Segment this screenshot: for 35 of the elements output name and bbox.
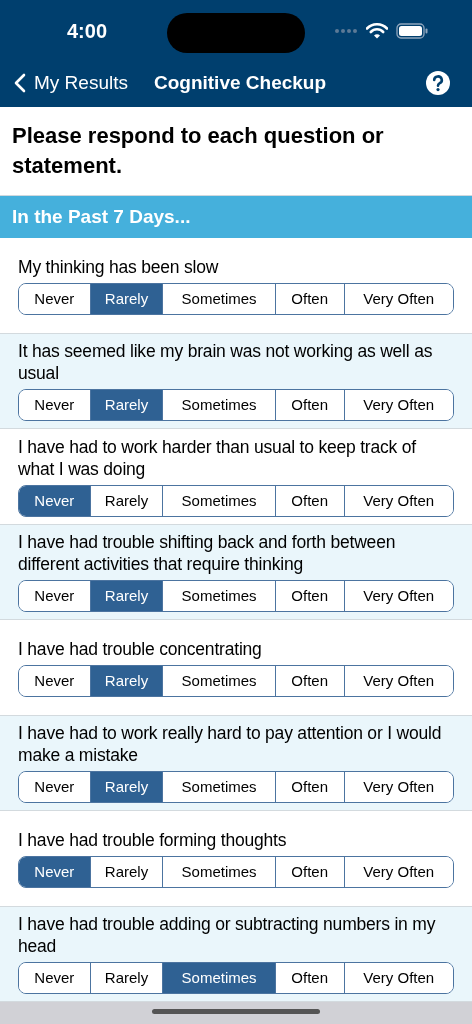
- answer-option[interactable]: Sometimes: [162, 963, 275, 994]
- question-text: I have had trouble forming thoughts: [18, 828, 288, 851]
- answer-option[interactable]: Very Often: [343, 581, 453, 612]
- question-text: I have had to work really hard to pay attention or I would make a mistake: [18, 722, 443, 767]
- answer-option[interactable]: Rarely: [89, 390, 163, 421]
- help-button[interactable]: [426, 71, 450, 95]
- answer-option[interactable]: Very Often: [343, 963, 453, 994]
- question-text: I have had trouble adding or subtracting numbers in my head: [18, 913, 437, 958]
- question-text: I have had to work harder than usual to keep track of what I was doing: [18, 435, 417, 480]
- screen-title: Cognitive Checkup: [153, 70, 327, 95]
- question-text: It has seemed like my brain was not working as well as usual: [18, 340, 434, 385]
- answer-option[interactable]: Very Often: [343, 665, 453, 696]
- answer-option[interactable]: Rarely: [89, 283, 163, 314]
- section-title: In the Past 7 Days...: [12, 204, 191, 229]
- help-icon: [426, 71, 450, 95]
- instructions-text: Please respond to each question or statement.: [12, 122, 385, 180]
- answer-option[interactable]: Rarely: [89, 772, 163, 803]
- answer-option[interactable]: Rarely: [89, 581, 163, 612]
- answer-option[interactable]: Very Often: [343, 283, 453, 314]
- chevron-left-icon: [14, 73, 26, 93]
- answer-option[interactable]: Never: [19, 485, 90, 516]
- back-button[interactable]: My Results: [14, 68, 128, 98]
- question-text: I have had trouble concentrating: [18, 637, 263, 660]
- question-text: My thinking has been slow: [18, 255, 220, 278]
- answer-option[interactable]: Never: [19, 856, 90, 887]
- answer-option[interactable]: Rarely: [89, 665, 163, 696]
- answer-option[interactable]: Very Often: [343, 772, 453, 803]
- status-time: 4:00: [67, 19, 108, 44]
- battery-icon: [396, 23, 428, 39]
- answer-option[interactable]: Very Often: [343, 485, 453, 516]
- answer-option[interactable]: Very Often: [343, 390, 453, 421]
- signal-icon: [334, 28, 358, 34]
- answer-option[interactable]: Very Often: [343, 856, 453, 887]
- question-text: I have had trouble shifting back and forth between different activities that require thinking: [18, 531, 397, 576]
- wifi-icon: [366, 23, 388, 39]
